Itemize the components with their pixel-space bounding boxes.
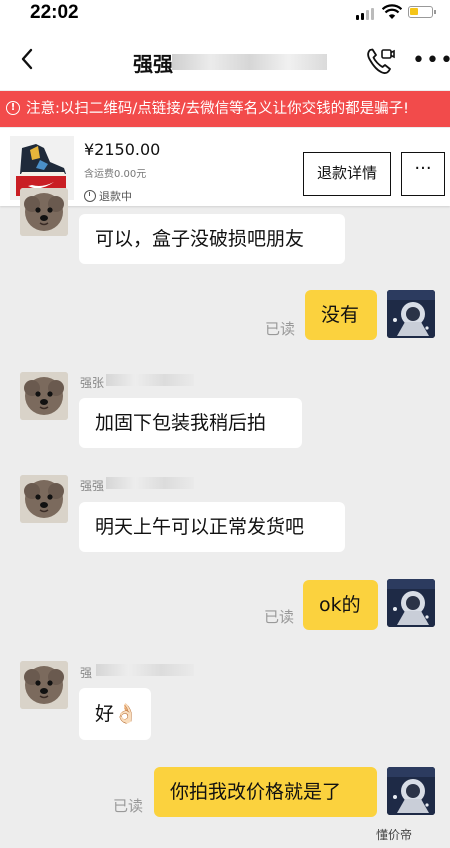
order-price: ¥2150.00 [84, 140, 161, 159]
order-more-button[interactable]: ··· [401, 152, 445, 196]
message-bubble[interactable]: 可以，盒子没破损吧朋友 [79, 214, 345, 264]
message-bubble[interactable]: 好👌🏻 [79, 688, 151, 740]
read-receipt: 已读 [265, 320, 296, 338]
message-bubble[interactable]: 明天上午可以正常发货吧 [79, 502, 345, 552]
sender-nickname: 强 [80, 666, 93, 680]
battery-icon [408, 6, 436, 18]
signal-icon [371, 8, 374, 20]
order-status: 退款中 [84, 188, 132, 204]
order-shipping: 含运费0.00元 [84, 169, 147, 180]
blurred-name [106, 477, 194, 489]
contact-avatar[interactable] [20, 372, 68, 420]
my-avatar[interactable] [387, 290, 435, 338]
signal-icon [366, 10, 369, 20]
more-dots-icon[interactable]: ••• [412, 48, 450, 73]
contact-avatar[interactable] [20, 475, 68, 523]
watermark: 懂价帝 [376, 828, 413, 842]
read-receipt: 已读 [113, 797, 144, 815]
clock-icon [84, 190, 96, 202]
back-arrow-icon[interactable] [14, 44, 44, 74]
message-bubble[interactable]: 没有 [305, 290, 377, 340]
contact-avatar[interactable] [20, 661, 68, 709]
refund-details-button[interactable]: 退款详情 [303, 152, 391, 196]
sender-nickname: 强强 [80, 479, 105, 493]
warning-text: 注意:以扫二维码/点链接/去微信等名义让你交钱的都是骗子! [26, 101, 409, 117]
message-bubble[interactable]: 加固下包装我稍后拍 [79, 398, 302, 448]
status-bar: 22:02 [0, 0, 450, 28]
my-avatar[interactable] [387, 767, 435, 815]
message-bubble[interactable]: ok的 [303, 580, 378, 630]
read-receipt: 已读 [264, 608, 295, 626]
blurred-name [96, 664, 194, 676]
signal-icon [356, 15, 359, 20]
chat-title: 强强 [133, 52, 173, 76]
chat-header: 强强 ••• [0, 28, 450, 90]
message-bubble[interactable]: 你拍我改价格就是了 [154, 767, 377, 817]
status-time: 22:02 [30, 2, 79, 23]
warning-icon [6, 90, 20, 126]
blurred-name [172, 54, 327, 70]
wifi-icon [382, 4, 402, 19]
video-call-icon[interactable] [364, 46, 396, 76]
signal-icon [361, 13, 364, 20]
contact-avatar[interactable] [20, 188, 68, 236]
sender-nickname: 强张 [80, 376, 105, 390]
warning-banner: 注意:以扫二维码/点链接/去微信等名义让你交钱的都是骗子! [0, 90, 450, 127]
blurred-name [106, 374, 194, 386]
my-avatar[interactable] [387, 579, 435, 627]
